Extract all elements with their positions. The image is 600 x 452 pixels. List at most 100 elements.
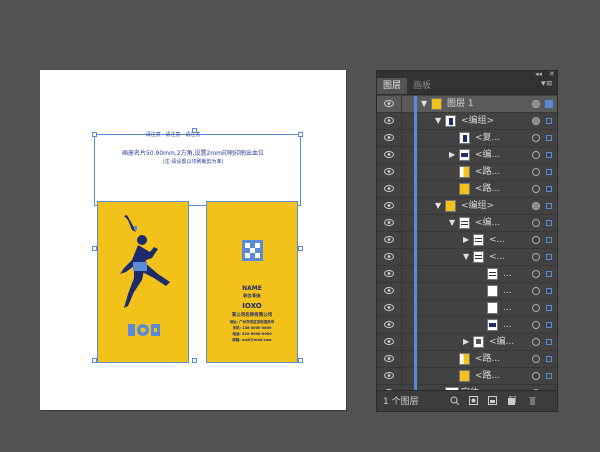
layer-row[interactable]: ... xyxy=(377,300,557,317)
selection-indicator[interactable] xyxy=(546,373,552,379)
visibility-eye-icon[interactable] xyxy=(384,134,394,141)
target-circle-icon[interactable] xyxy=(532,202,540,210)
lock-column[interactable] xyxy=(401,113,402,130)
resize-handle[interactable] xyxy=(298,246,303,251)
visibility-eye-icon[interactable] xyxy=(384,117,394,124)
expand-right-icon[interactable]: ▶ xyxy=(449,150,455,160)
layer-name[interactable]: <编... xyxy=(475,147,500,164)
visibility-eye-icon[interactable] xyxy=(384,355,394,362)
visibility-eye-icon[interactable] xyxy=(384,219,394,226)
layer-name[interactable]: <编组> xyxy=(461,198,494,215)
layer-row[interactable]: ▶ <... xyxy=(377,232,557,249)
visibility-eye-icon[interactable] xyxy=(384,100,394,107)
layer-name[interactable]: <... xyxy=(489,232,505,249)
visibility-eye-icon[interactable] xyxy=(384,372,394,379)
selection-indicator[interactable] xyxy=(546,169,552,175)
layer-name[interactable]: <编... xyxy=(475,215,500,232)
visibility-eye-icon[interactable] xyxy=(384,287,394,294)
resize-handle[interactable] xyxy=(298,358,303,363)
resize-handle[interactable] xyxy=(192,128,197,133)
target-circle-icon[interactable] xyxy=(532,219,540,227)
resize-handle[interactable] xyxy=(92,358,97,363)
artboard[interactable]: 请注意 · 请注意 · 请注意 画册名片50.90mm,2方角,设置2mm印刷印… xyxy=(40,70,346,410)
locate-object-icon[interactable] xyxy=(450,396,459,405)
card-back-selection[interactable] xyxy=(206,201,298,363)
visibility-eye-icon[interactable] xyxy=(384,253,394,260)
layer-row[interactable]: ... xyxy=(377,266,557,283)
target-circle-icon[interactable] xyxy=(532,321,540,329)
layer-name[interactable]: <复... xyxy=(475,130,500,147)
panel-menu-icon[interactable]: ▾≡ xyxy=(541,79,553,89)
visibility-eye-icon[interactable] xyxy=(384,304,394,311)
resize-handle[interactable] xyxy=(298,132,303,137)
expand-right-icon[interactable]: ▶ xyxy=(463,337,469,347)
panel-title-bar[interactable]: ◂◂ ✕ xyxy=(377,70,557,78)
layer-name[interactable]: ... xyxy=(503,283,512,300)
selection-indicator[interactable] xyxy=(545,100,553,108)
lock-column[interactable] xyxy=(401,198,402,215)
expand-down-icon[interactable]: ▼ xyxy=(435,201,441,211)
layer-name[interactable]: 图层 1 xyxy=(447,96,474,113)
target-circle-icon[interactable] xyxy=(532,151,540,159)
card-front-selection[interactable] xyxy=(97,201,189,363)
layer-row[interactable]: <路... xyxy=(377,351,557,368)
visibility-eye-icon[interactable] xyxy=(384,185,394,192)
lock-column[interactable] xyxy=(401,300,402,317)
selection-indicator[interactable] xyxy=(546,322,552,328)
layer-row[interactable]: <路... xyxy=(377,164,557,181)
layer-row[interactable]: <复... xyxy=(377,130,557,147)
selection-indicator[interactable] xyxy=(546,305,552,311)
resize-handle[interactable] xyxy=(92,246,97,251)
layer-name[interactable]: <编... xyxy=(489,334,514,351)
layer-row[interactable]: <路... xyxy=(377,368,557,385)
visibility-eye-icon[interactable] xyxy=(384,202,394,209)
target-circle-icon[interactable] xyxy=(532,304,540,312)
selection-indicator[interactable] xyxy=(546,288,552,294)
tab-layers[interactable]: 图层 xyxy=(377,78,408,94)
layer-row[interactable]: ▼ 图层 1 xyxy=(377,96,557,113)
layer-row[interactable]: ... xyxy=(377,283,557,300)
lock-column[interactable] xyxy=(401,181,402,198)
target-circle-icon[interactable] xyxy=(532,355,540,363)
layer-row[interactable]: <路... xyxy=(377,181,557,198)
layer-row[interactable]: ▶ <编... xyxy=(377,334,557,351)
selection-indicator[interactable] xyxy=(546,339,552,345)
target-circle-icon[interactable] xyxy=(532,372,540,380)
layer-row[interactable]: ▼ <编... xyxy=(377,215,557,232)
layer-name[interactable]: <... xyxy=(489,249,505,266)
resize-handle[interactable] xyxy=(92,132,97,137)
layer-name[interactable]: <路... xyxy=(475,181,500,198)
new-layer-icon[interactable] xyxy=(507,396,516,405)
target-circle-icon[interactable] xyxy=(532,117,540,125)
layer-row[interactable]: ▼ <... xyxy=(377,249,557,266)
layer-row[interactable]: ▼ <编组> xyxy=(377,198,557,215)
tab-artboards[interactable]: 画板 xyxy=(407,78,437,94)
selection-indicator[interactable] xyxy=(546,254,552,260)
lock-column[interactable] xyxy=(401,334,402,351)
lock-column[interactable] xyxy=(401,130,402,147)
target-circle-icon[interactable] xyxy=(532,253,540,261)
resize-handle[interactable] xyxy=(192,358,197,363)
selection-indicator[interactable] xyxy=(546,220,552,226)
layer-name[interactable]: <路... xyxy=(475,368,500,385)
layer-row[interactable]: ▶ <编... xyxy=(377,147,557,164)
lock-column[interactable] xyxy=(401,368,402,385)
lock-column[interactable] xyxy=(401,147,402,164)
selection-indicator[interactable] xyxy=(546,203,552,209)
new-sublayer-icon[interactable] xyxy=(488,396,497,405)
expand-down-icon[interactable]: ▼ xyxy=(463,252,469,262)
selection-indicator[interactable] xyxy=(546,186,552,192)
lock-column[interactable] xyxy=(401,215,402,232)
delete-icon[interactable] xyxy=(528,396,537,405)
target-circle-icon[interactable] xyxy=(532,100,540,108)
layer-name[interactable]: ... xyxy=(503,317,512,334)
expand-down-icon[interactable]: ▼ xyxy=(449,218,455,228)
target-circle-icon[interactable] xyxy=(532,338,540,346)
target-circle-icon[interactable] xyxy=(532,287,540,295)
selection-indicator[interactable] xyxy=(546,118,552,124)
layer-row[interactable]: ... xyxy=(377,317,557,334)
target-circle-icon[interactable] xyxy=(532,270,540,278)
selection-indicator[interactable] xyxy=(546,152,552,158)
lock-column[interactable] xyxy=(401,351,402,368)
layer-row[interactable]: ▼ <编组> xyxy=(377,113,557,130)
